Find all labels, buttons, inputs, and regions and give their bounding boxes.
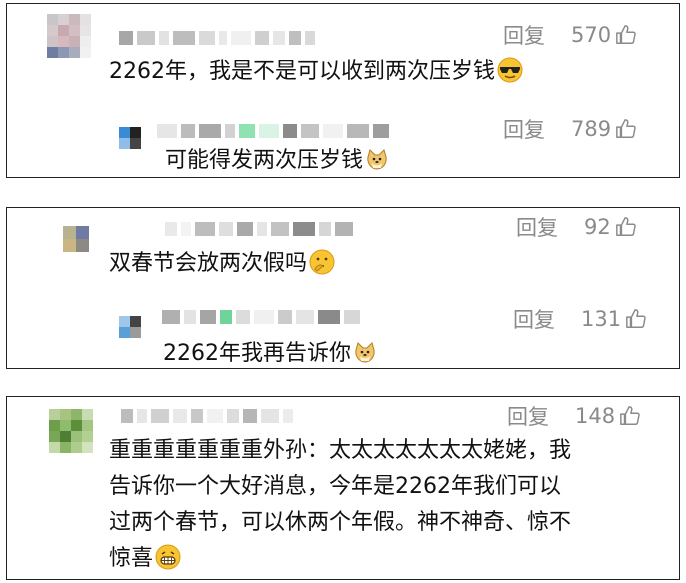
reply-button[interactable]: 回复 — [503, 20, 545, 50]
reply-meta: 回复 131 — [513, 304, 647, 334]
comment-text-line: 重重重重重重重外孙：太太太太太太太姥姥，我 — [109, 438, 572, 463]
reply-button[interactable]: 回复 — [513, 304, 555, 334]
reply-username-blurred[interactable] — [162, 308, 360, 326]
comment-meta: 回复 570 — [503, 20, 637, 50]
comment-text-line: 告诉你一个大好消息，今年是2262年我们可以 — [109, 474, 561, 499]
username-blurred[interactable] — [119, 29, 315, 47]
like-count: 570 — [571, 23, 612, 47]
avatar[interactable] — [49, 409, 93, 453]
comment-text: 双春节会放两次假吗 — [109, 246, 335, 282]
reply-username-blurred[interactable] — [157, 122, 389, 140]
reply-button[interactable]: 回复 — [516, 212, 558, 242]
sunglasses-face-icon — [497, 57, 523, 83]
comment-card: 回复 570 2262年，我是不是可以收到两次压岁钱 回复 789 可能得发两次… — [6, 3, 680, 178]
username-blurred[interactable] — [165, 220, 353, 238]
reply-avatar[interactable] — [119, 127, 141, 149]
comment-text-line-last: 惊喜 — [109, 541, 571, 577]
avatar[interactable] — [47, 14, 91, 58]
thumbs-up-icon[interactable] — [625, 308, 647, 330]
thumbs-up-icon[interactable] — [615, 118, 637, 140]
username-blurred[interactable] — [121, 407, 293, 425]
comment-card: 回复 92 双春节会放两次假吗 回复 131 2262年我再告诉你 — [6, 207, 680, 369]
comment-text-line: 过两个春节，可以休两个年假。神不神奇、惊不 — [109, 510, 572, 535]
comment-text: 2262年，我是不是可以收到两次压岁钱 — [109, 54, 523, 90]
reply-avatar[interactable] — [119, 316, 141, 338]
like-count: 789 — [571, 117, 612, 141]
doge-face-icon — [355, 342, 375, 363]
like-count: 92 — [584, 215, 611, 239]
thinking-face-icon — [309, 249, 335, 275]
reply-text: 可能得发两次压岁钱 — [165, 143, 389, 179]
reply-button[interactable]: 回复 — [503, 114, 545, 144]
thumbs-up-icon[interactable] — [615, 24, 637, 46]
like-count: 131 — [581, 307, 622, 331]
avatar[interactable] — [63, 226, 89, 252]
comment-text: 重重重重重重重外孙：太太太太太太太姥姥，我 告诉你一个大好消息，今年是2262年… — [109, 433, 571, 577]
doge-face-icon — [367, 149, 387, 170]
like-count: 148 — [575, 404, 616, 428]
reply-button[interactable]: 回复 — [507, 401, 549, 431]
grinning-face-icon — [155, 544, 181, 570]
comment-card: 回复 148 重重重重重重重外孙：太太太太太太太姥姥，我 告诉你一个大好消息，今… — [6, 396, 680, 580]
comment-meta: 回复 92 — [516, 212, 637, 242]
reply-text: 2262年我再告诉你 — [163, 336, 377, 372]
reply-meta: 回复 789 — [503, 114, 637, 144]
comment-meta: 回复 148 — [507, 401, 641, 431]
thumbs-up-icon[interactable] — [615, 216, 637, 238]
thumbs-up-icon[interactable] — [619, 405, 641, 427]
